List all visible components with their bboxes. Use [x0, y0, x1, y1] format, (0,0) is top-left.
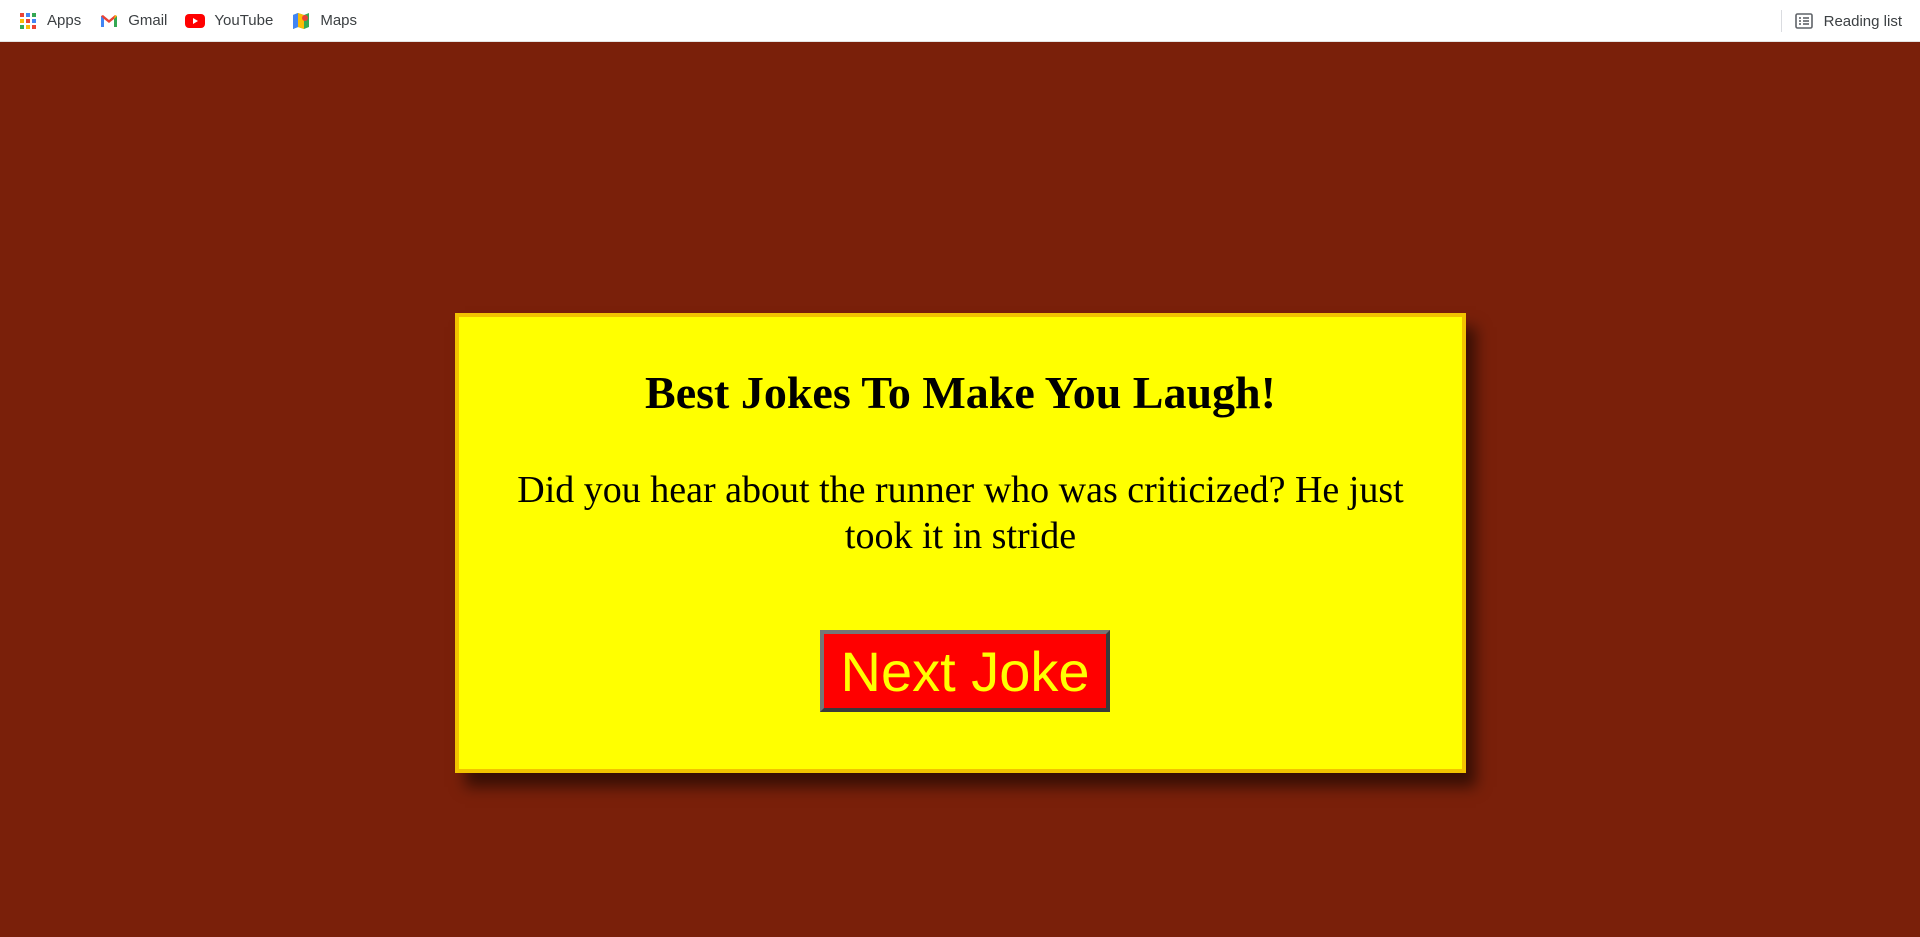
reading-list-button[interactable]: Reading list [1794, 0, 1902, 42]
gmail-icon [99, 11, 119, 31]
bookmark-apps-label: Apps [47, 12, 82, 29]
bookmark-apps[interactable]: Apps [18, 6, 89, 36]
reading-list-divider [1781, 10, 1782, 32]
bookmark-gmail[interactable]: Gmail [99, 6, 175, 36]
bookmark-maps-label: Maps [320, 12, 358, 29]
reading-list-icon [1794, 11, 1814, 31]
bookmarks-bar: Apps Gmail YouTube Maps Reading list [0, 0, 1920, 42]
reading-list-label: Reading list [1823, 12, 1902, 30]
maps-icon [291, 11, 311, 31]
joke-text: Did you hear about the runner who was cr… [517, 468, 1404, 557]
joke-card: Best Jokes To Make You Laugh! Did you he… [455, 313, 1466, 773]
page-title: Best Jokes To Make You Laugh! [645, 367, 1276, 418]
bookmark-youtube-label: YouTube [214, 12, 274, 29]
youtube-icon [185, 11, 206, 31]
apps-grid-icon [18, 11, 38, 31]
bookmark-youtube[interactable]: YouTube [185, 6, 281, 36]
next-joke-button[interactable]: Next Joke [820, 630, 1110, 712]
bookmark-gmail-label: Gmail [128, 12, 168, 29]
bookmark-maps[interactable]: Maps [291, 6, 365, 36]
